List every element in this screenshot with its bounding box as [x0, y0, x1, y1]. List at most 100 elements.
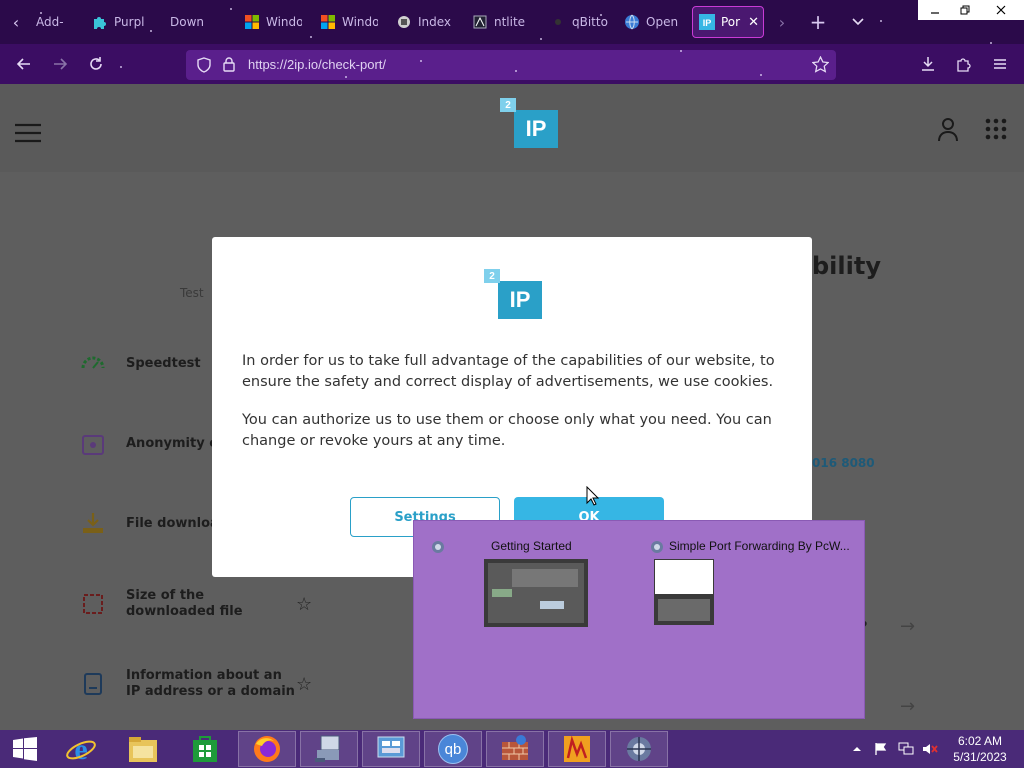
- file-size-icon: [83, 594, 103, 614]
- clock-date: 5/31/2023: [953, 750, 1007, 764]
- thumbnail-window-1[interactable]: [484, 559, 588, 627]
- arrow-right-icon[interactable]: →: [900, 616, 915, 637]
- qbittorrent-icon: [555, 19, 561, 25]
- tab-active[interactable]: IP Por ✕: [692, 6, 764, 38]
- action-center-flag-icon[interactable]: [874, 730, 888, 768]
- tab-scroll-right-icon[interactable]: ›: [768, 6, 796, 38]
- tab-9[interactable]: Open: [624, 6, 682, 38]
- taskbar-network-tool[interactable]: [300, 731, 358, 767]
- tab-8[interactable]: qBitto: [550, 6, 610, 38]
- tab-5-label: Windo: [342, 15, 378, 29]
- new-tab-button[interactable]: +: [804, 6, 832, 38]
- site-logo[interactable]: 2 IP: [500, 98, 558, 148]
- network-icon[interactable]: [898, 730, 914, 768]
- sidebar-item-file-download[interactable]: File downloa: [80, 510, 219, 536]
- cookie-message-1: In order for us to take full advantage o…: [242, 353, 775, 390]
- user-icon[interactable]: [936, 116, 960, 142]
- tab-5[interactable]: Windo: [320, 6, 378, 38]
- globe-icon: [625, 14, 639, 30]
- favorite-star-icon[interactable]: ☆: [296, 594, 312, 615]
- favorite-star-icon[interactable]: ☆: [296, 674, 312, 695]
- tab-9-label: Open: [646, 15, 679, 29]
- tab-bar: ‹ Add- Purpl Down Windo Windo Index ntli…: [0, 0, 1024, 44]
- thumbnail-window-2[interactable]: [654, 559, 714, 625]
- store-icon: [193, 736, 217, 762]
- restore-window-button[interactable]: [952, 0, 978, 20]
- lock-icon[interactable]: [222, 56, 236, 72]
- apps-grid-icon[interactable]: [985, 118, 1007, 140]
- taskbar-store[interactable]: [176, 731, 234, 767]
- taskbar-firewall[interactable]: [486, 731, 544, 767]
- menu-button[interactable]: [988, 52, 1012, 76]
- tab-2[interactable]: Purpl: [92, 6, 152, 38]
- taskbar-port-forwarding[interactable]: [610, 731, 668, 767]
- list-tabs-icon[interactable]: [844, 6, 872, 38]
- ntlite-icon: [473, 15, 487, 29]
- taskbar-firefox[interactable]: [238, 731, 296, 767]
- taskbar-thumbnail-preview: Getting Started Simple Port Forwarding B…: [413, 520, 865, 719]
- tab-1-label: Add-: [36, 15, 64, 29]
- sidebar-item-label: Speedtest: [126, 355, 201, 371]
- puzzle-icon: [94, 17, 106, 29]
- start-button[interactable]: [0, 731, 50, 767]
- restore-icon: [960, 5, 970, 15]
- windows-logo-icon: [321, 15, 335, 29]
- sidebar-item-anonymity[interactable]: Anonymity c: [80, 430, 217, 456]
- reload-button[interactable]: [84, 52, 108, 76]
- port-forward-app-icon: [651, 541, 663, 553]
- tab-6[interactable]: Index: [396, 6, 452, 38]
- tab-4[interactable]: Windo: [244, 6, 302, 38]
- start-icon: [13, 737, 37, 761]
- chevron-up-icon: [853, 747, 861, 751]
- forward-button[interactable]: [48, 52, 72, 76]
- reload-icon: [90, 57, 102, 70]
- app-icon: [564, 735, 590, 762]
- tab-8-label: qBitto: [572, 15, 608, 29]
- tab-6-label: Index: [418, 15, 452, 29]
- download-icon: [83, 513, 103, 533]
- tab-7[interactable]: ntlite: [472, 6, 528, 38]
- close-window-button[interactable]: [978, 0, 1024, 20]
- arrow-right-icon[interactable]: →: [900, 696, 915, 717]
- minimize-window-button[interactable]: [918, 0, 952, 20]
- qbittorrent-icon: qb: [438, 734, 468, 764]
- url-text[interactable]: https://2ip.io/check-port/: [248, 57, 386, 72]
- tab-1[interactable]: Add-: [36, 6, 82, 38]
- extensions-button[interactable]: [952, 52, 976, 76]
- taskbar-internet-explorer[interactable]: e: [52, 731, 110, 767]
- tab-scroll-left-icon[interactable]: ‹: [2, 6, 30, 38]
- thumbnail-title-2[interactable]: Simple Port Forwarding By PcW...: [669, 539, 850, 553]
- taskbar-app[interactable]: [548, 731, 606, 767]
- bookmark-star-icon[interactable]: [812, 56, 829, 73]
- close-icon: [996, 5, 1006, 15]
- tab-3-label: Down: [170, 15, 205, 29]
- mouse-cursor-icon: [586, 486, 600, 506]
- page-heading: bility: [812, 252, 881, 280]
- hamburger-menu-icon[interactable]: [14, 122, 42, 144]
- download-icon: [922, 57, 934, 71]
- shield-icon[interactable]: [196, 57, 212, 73]
- sidebar-item-label: File downloa: [126, 515, 219, 531]
- sidebar-item-ip-info[interactable]: Information about an IP address or a dom…: [80, 668, 312, 700]
- tab-4-label: Windo: [266, 15, 302, 29]
- thumbnail-title-1[interactable]: Getting Started: [491, 539, 572, 553]
- taskbar-qbittorrent[interactable]: qb: [424, 731, 482, 767]
- volume-muted-icon[interactable]: [922, 730, 938, 768]
- internet-explorer-icon: e: [66, 733, 96, 765]
- sidebar-item-file-size[interactable]: Size of the downloaded file ☆: [80, 588, 312, 620]
- back-button[interactable]: [12, 52, 36, 76]
- address-bar[interactable]: https://2ip.io/check-port/: [186, 50, 836, 80]
- tab-2-label: Purpl: [114, 15, 145, 29]
- close-tab-icon[interactable]: ✕: [748, 15, 759, 30]
- port-forward-app-icon: [627, 737, 651, 761]
- ip-info-icon: [84, 673, 102, 695]
- tab-7-label: ntlite: [494, 15, 526, 29]
- taskbar-remote-desktop[interactable]: [362, 731, 420, 767]
- taskbar-file-explorer[interactable]: [114, 731, 172, 767]
- index-icon: [398, 16, 410, 28]
- taskbar-clock[interactable]: 6:02 AM 5/31/2023: [940, 733, 1020, 765]
- tab-3[interactable]: Down: [170, 6, 226, 38]
- sidebar-item-speedtest[interactable]: Speedtest: [80, 350, 201, 376]
- downloads-button[interactable]: [916, 52, 940, 76]
- show-hidden-icons-button[interactable]: [852, 730, 862, 768]
